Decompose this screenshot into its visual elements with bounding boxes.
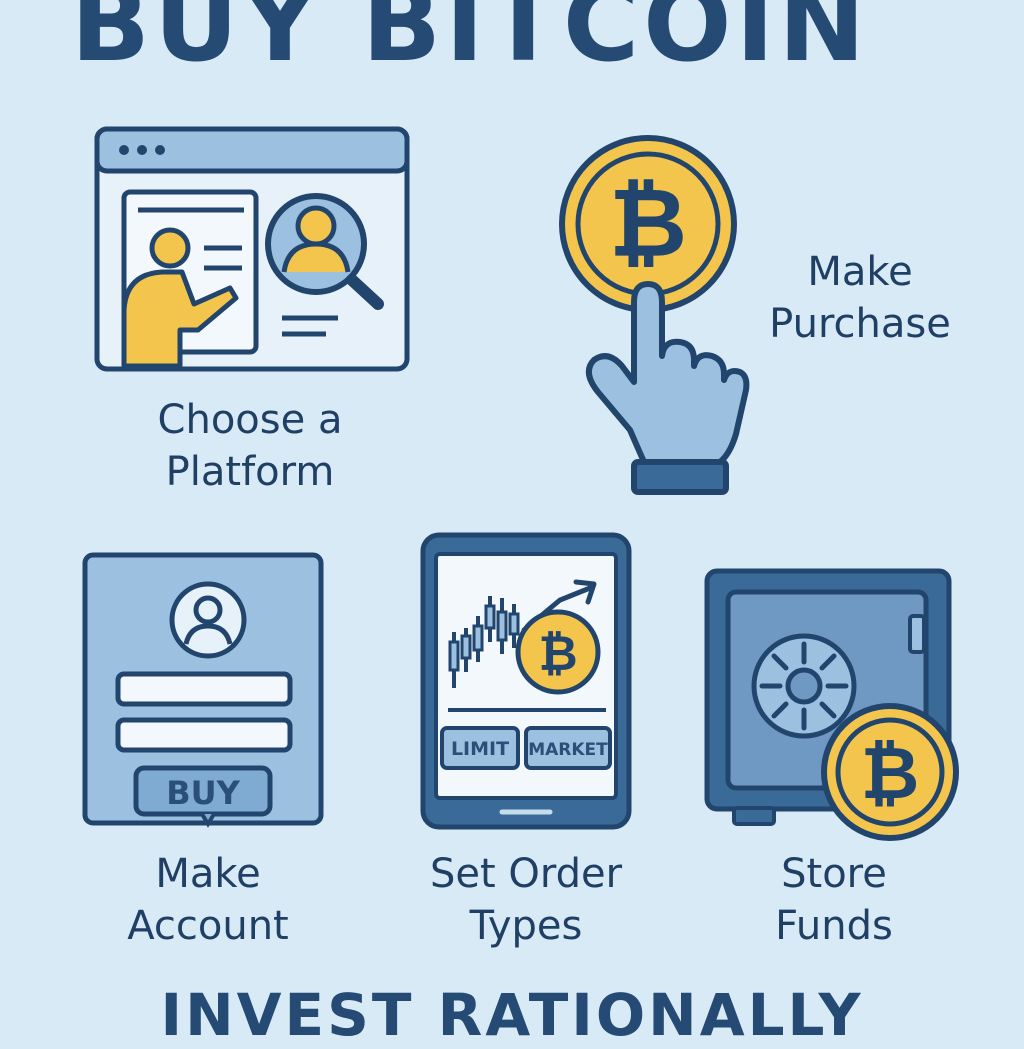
step-label-make-purchase: Make Purchase	[740, 246, 980, 350]
footer-tagline: INVEST RATIONALLY	[160, 981, 864, 1049]
step-line-1: Make	[807, 249, 913, 295]
step-line-2: Account	[127, 903, 289, 949]
step-line-2: Purchase	[769, 301, 951, 347]
step-line-1: Choose a	[157, 397, 343, 443]
svg-text:₿: ₿	[609, 167, 687, 279]
svg-text:₿: ₿	[861, 731, 920, 815]
step-label-make-account: Make Account	[96, 848, 320, 952]
bitcoin-tap-icon: ₿	[559, 135, 750, 495]
market-order-button-label: MARKET	[528, 740, 608, 760]
limit-order-button-label: LIMIT	[451, 738, 509, 760]
step-label-set-order-types: Set Order Types	[404, 848, 648, 952]
step-line-1: Store	[781, 851, 887, 897]
page-title: BUY BITCOIN	[70, 0, 870, 85]
step-line-2: Funds	[775, 903, 893, 949]
step-line-1: Set Order	[429, 851, 623, 897]
step-label-choose-platform: Choose a Platform	[120, 394, 380, 498]
step-line-2: Types	[469, 903, 583, 949]
step-line-2: Platform	[165, 449, 335, 495]
browser-profile-search-icon	[94, 126, 410, 372]
trading-phone-icon: ₿ LIMIT MARKET	[420, 532, 632, 830]
buy-button-label: BUY	[166, 774, 240, 812]
step-line-1: Make	[155, 851, 261, 897]
account-form-icon: BUY	[82, 552, 324, 828]
safe-bitcoin-icon: ₿	[704, 568, 959, 841]
svg-text:₿: ₿	[538, 626, 577, 682]
step-label-store-funds: Store Funds	[724, 848, 944, 952]
